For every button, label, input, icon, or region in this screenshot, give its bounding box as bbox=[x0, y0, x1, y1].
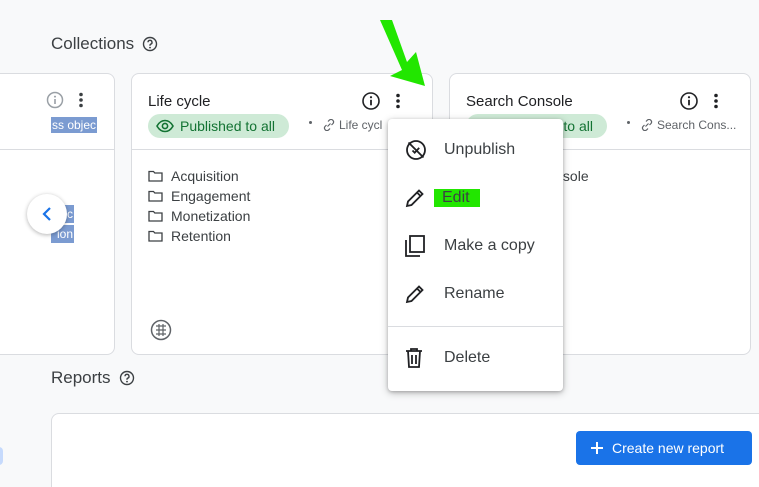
collections-header: Collections bbox=[51, 34, 158, 54]
reports-header: Reports bbox=[51, 368, 135, 388]
trash-icon bbox=[406, 348, 422, 368]
grid-globe-icon bbox=[150, 319, 172, 341]
folder-icon bbox=[148, 210, 163, 222]
annotation-arrow-icon bbox=[380, 20, 425, 86]
badge-label: Published to all bbox=[180, 118, 275, 134]
more-vert-icon[interactable] bbox=[713, 93, 719, 109]
pencil-icon bbox=[405, 285, 424, 304]
eye-icon bbox=[156, 119, 174, 133]
card-title: Search Console bbox=[466, 93, 573, 110]
menu-item-delete[interactable]: Delete bbox=[388, 334, 563, 382]
link-icon bbox=[641, 119, 653, 131]
selected-text: ss objec bbox=[51, 117, 97, 133]
separator-dot bbox=[309, 121, 312, 124]
source-label: Life cycl bbox=[323, 118, 382, 132]
list-item[interactable]: Acquisition bbox=[148, 166, 250, 186]
help-icon[interactable] bbox=[119, 370, 135, 386]
source-label: Search Cons... bbox=[641, 118, 736, 132]
pencil-icon bbox=[405, 189, 424, 208]
info-icon[interactable] bbox=[361, 91, 381, 111]
reports-title: Reports bbox=[51, 368, 111, 387]
list-item[interactable]: Engagement bbox=[148, 186, 250, 206]
list-item[interactable]: Retention bbox=[148, 226, 250, 246]
collections-title: Collections bbox=[51, 34, 135, 53]
status-badge: Published to all bbox=[148, 114, 289, 138]
edge-indicator bbox=[0, 447, 3, 465]
chevron-left-icon bbox=[42, 207, 51, 221]
menu-item-rename[interactable]: Rename bbox=[388, 270, 563, 318]
plus-icon bbox=[591, 442, 603, 454]
more-vert-icon[interactable] bbox=[78, 92, 84, 108]
list-item[interactable]: Monetization bbox=[148, 206, 250, 226]
menu-item-unpublish[interactable]: Unpublish bbox=[388, 126, 563, 174]
card-context-menu: Unpublish Edit Make a copy Rename Delete bbox=[388, 119, 563, 391]
previous-button[interactable] bbox=[27, 194, 67, 234]
card-title: Life cycle bbox=[148, 93, 211, 110]
copy-icon bbox=[405, 235, 425, 257]
more-vert-icon[interactable] bbox=[395, 93, 401, 109]
info-icon[interactable] bbox=[679, 91, 699, 111]
menu-item-edit[interactable]: Edit bbox=[388, 174, 563, 222]
menu-divider bbox=[388, 326, 563, 327]
folder-icon bbox=[148, 190, 163, 202]
create-new-report-button[interactable]: Create new report bbox=[576, 431, 752, 465]
separator-dot bbox=[627, 121, 630, 124]
help-icon[interactable] bbox=[142, 36, 158, 52]
menu-item-make-copy[interactable]: Make a copy bbox=[388, 222, 563, 270]
folder-icon bbox=[148, 230, 163, 242]
info-icon[interactable] bbox=[46, 91, 64, 109]
folder-icon bbox=[148, 170, 163, 182]
unpublish-icon bbox=[406, 140, 426, 160]
link-icon bbox=[323, 119, 335, 131]
folder-list: Acquisition Engagement Monetization Rete… bbox=[148, 166, 250, 246]
